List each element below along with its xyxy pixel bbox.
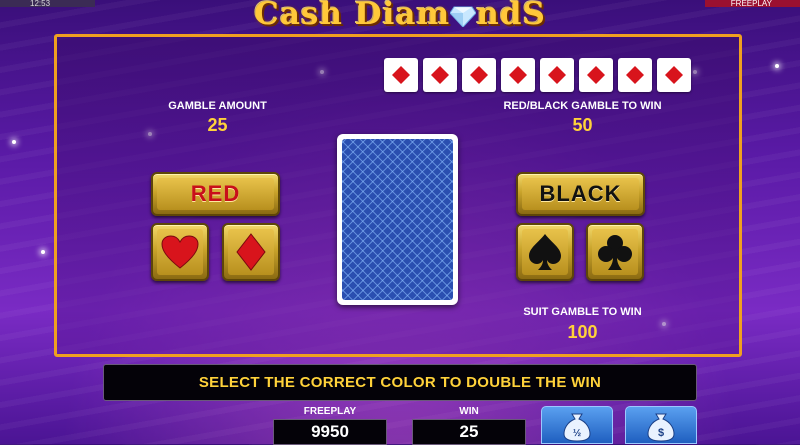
svg-text:$: $ [658, 427, 664, 439]
hearts-button-face [157, 229, 203, 275]
black-button[interactable]: BLACK [516, 172, 645, 216]
face-down-card [337, 134, 458, 305]
clock: 12:53 [0, 0, 95, 8]
sparkle [775, 64, 779, 68]
history-card [657, 58, 691, 92]
suit-win-label: SUIT GAMBLE TO WIN [523, 306, 642, 318]
spades-button[interactable] [516, 223, 574, 281]
game-logo: Cash Diam ndS [230, 0, 570, 36]
spade-icon [529, 234, 561, 270]
history-card [501, 58, 535, 92]
freeplay-meter: 9950 [273, 419, 387, 445]
black-button-face: BLACK [522, 178, 639, 210]
diamond-icon [392, 66, 410, 84]
gamble-amount-value: 25 [207, 115, 228, 135]
collect-half-button[interactable]: ½ [541, 406, 613, 444]
hearts-button[interactable] [151, 223, 209, 281]
collect-button[interactable]: $ [625, 406, 697, 444]
diamond-icon [470, 66, 488, 84]
red-button[interactable]: RED [151, 172, 280, 216]
heart-icon [161, 235, 199, 269]
freeplay-label: FREEPLAY [303, 406, 357, 417]
history-card [384, 58, 418, 92]
gamble-amount-label: GAMBLE AMOUNT [168, 100, 267, 112]
diamond-gem-icon [450, 6, 477, 27]
diamond-icon [236, 233, 266, 271]
diamond-icon [548, 66, 566, 84]
suit-win-value: 100 [567, 322, 598, 342]
history-card [462, 58, 496, 92]
card-back-pattern [342, 139, 453, 300]
svg-text:½: ½ [573, 428, 581, 439]
red-black-win-value: 50 [572, 115, 593, 135]
diamond-icon [509, 66, 527, 84]
money-bag-icon: $ [647, 413, 675, 442]
clubs-button-face [592, 229, 638, 275]
history-card [540, 58, 574, 92]
history-card [423, 58, 457, 92]
black-button-label: BLACK [539, 181, 622, 206]
card-history [384, 58, 691, 92]
history-card [618, 58, 652, 92]
red-black-win-label: RED/BLACK GAMBLE TO WIN [503, 100, 662, 112]
win-meter: 25 [412, 419, 526, 445]
win-label: WIN [459, 406, 479, 417]
sparkle [41, 250, 45, 254]
diamonds-button-face [228, 229, 274, 275]
diamond-icon [431, 66, 449, 84]
red-button-face: RED [157, 178, 274, 210]
logo-text-right: ndS [476, 0, 546, 32]
history-card [579, 58, 613, 92]
mode-badge: FREEPLAY [705, 0, 800, 8]
spades-button-face [522, 229, 568, 275]
instruction-message: SELECT THE CORRECT COLOR TO DOUBLE THE W… [103, 364, 697, 401]
diamonds-button[interactable] [222, 223, 280, 281]
club-icon [598, 235, 632, 270]
diamond-icon [587, 66, 605, 84]
money-bag-half-icon: ½ [563, 413, 591, 442]
red-button-label: RED [190, 181, 241, 206]
clubs-button[interactable] [586, 223, 644, 281]
sparkle [12, 140, 16, 144]
diamond-icon [626, 66, 644, 84]
diamond-icon [665, 66, 683, 84]
logo-text-left: Cash Diam [254, 0, 451, 32]
